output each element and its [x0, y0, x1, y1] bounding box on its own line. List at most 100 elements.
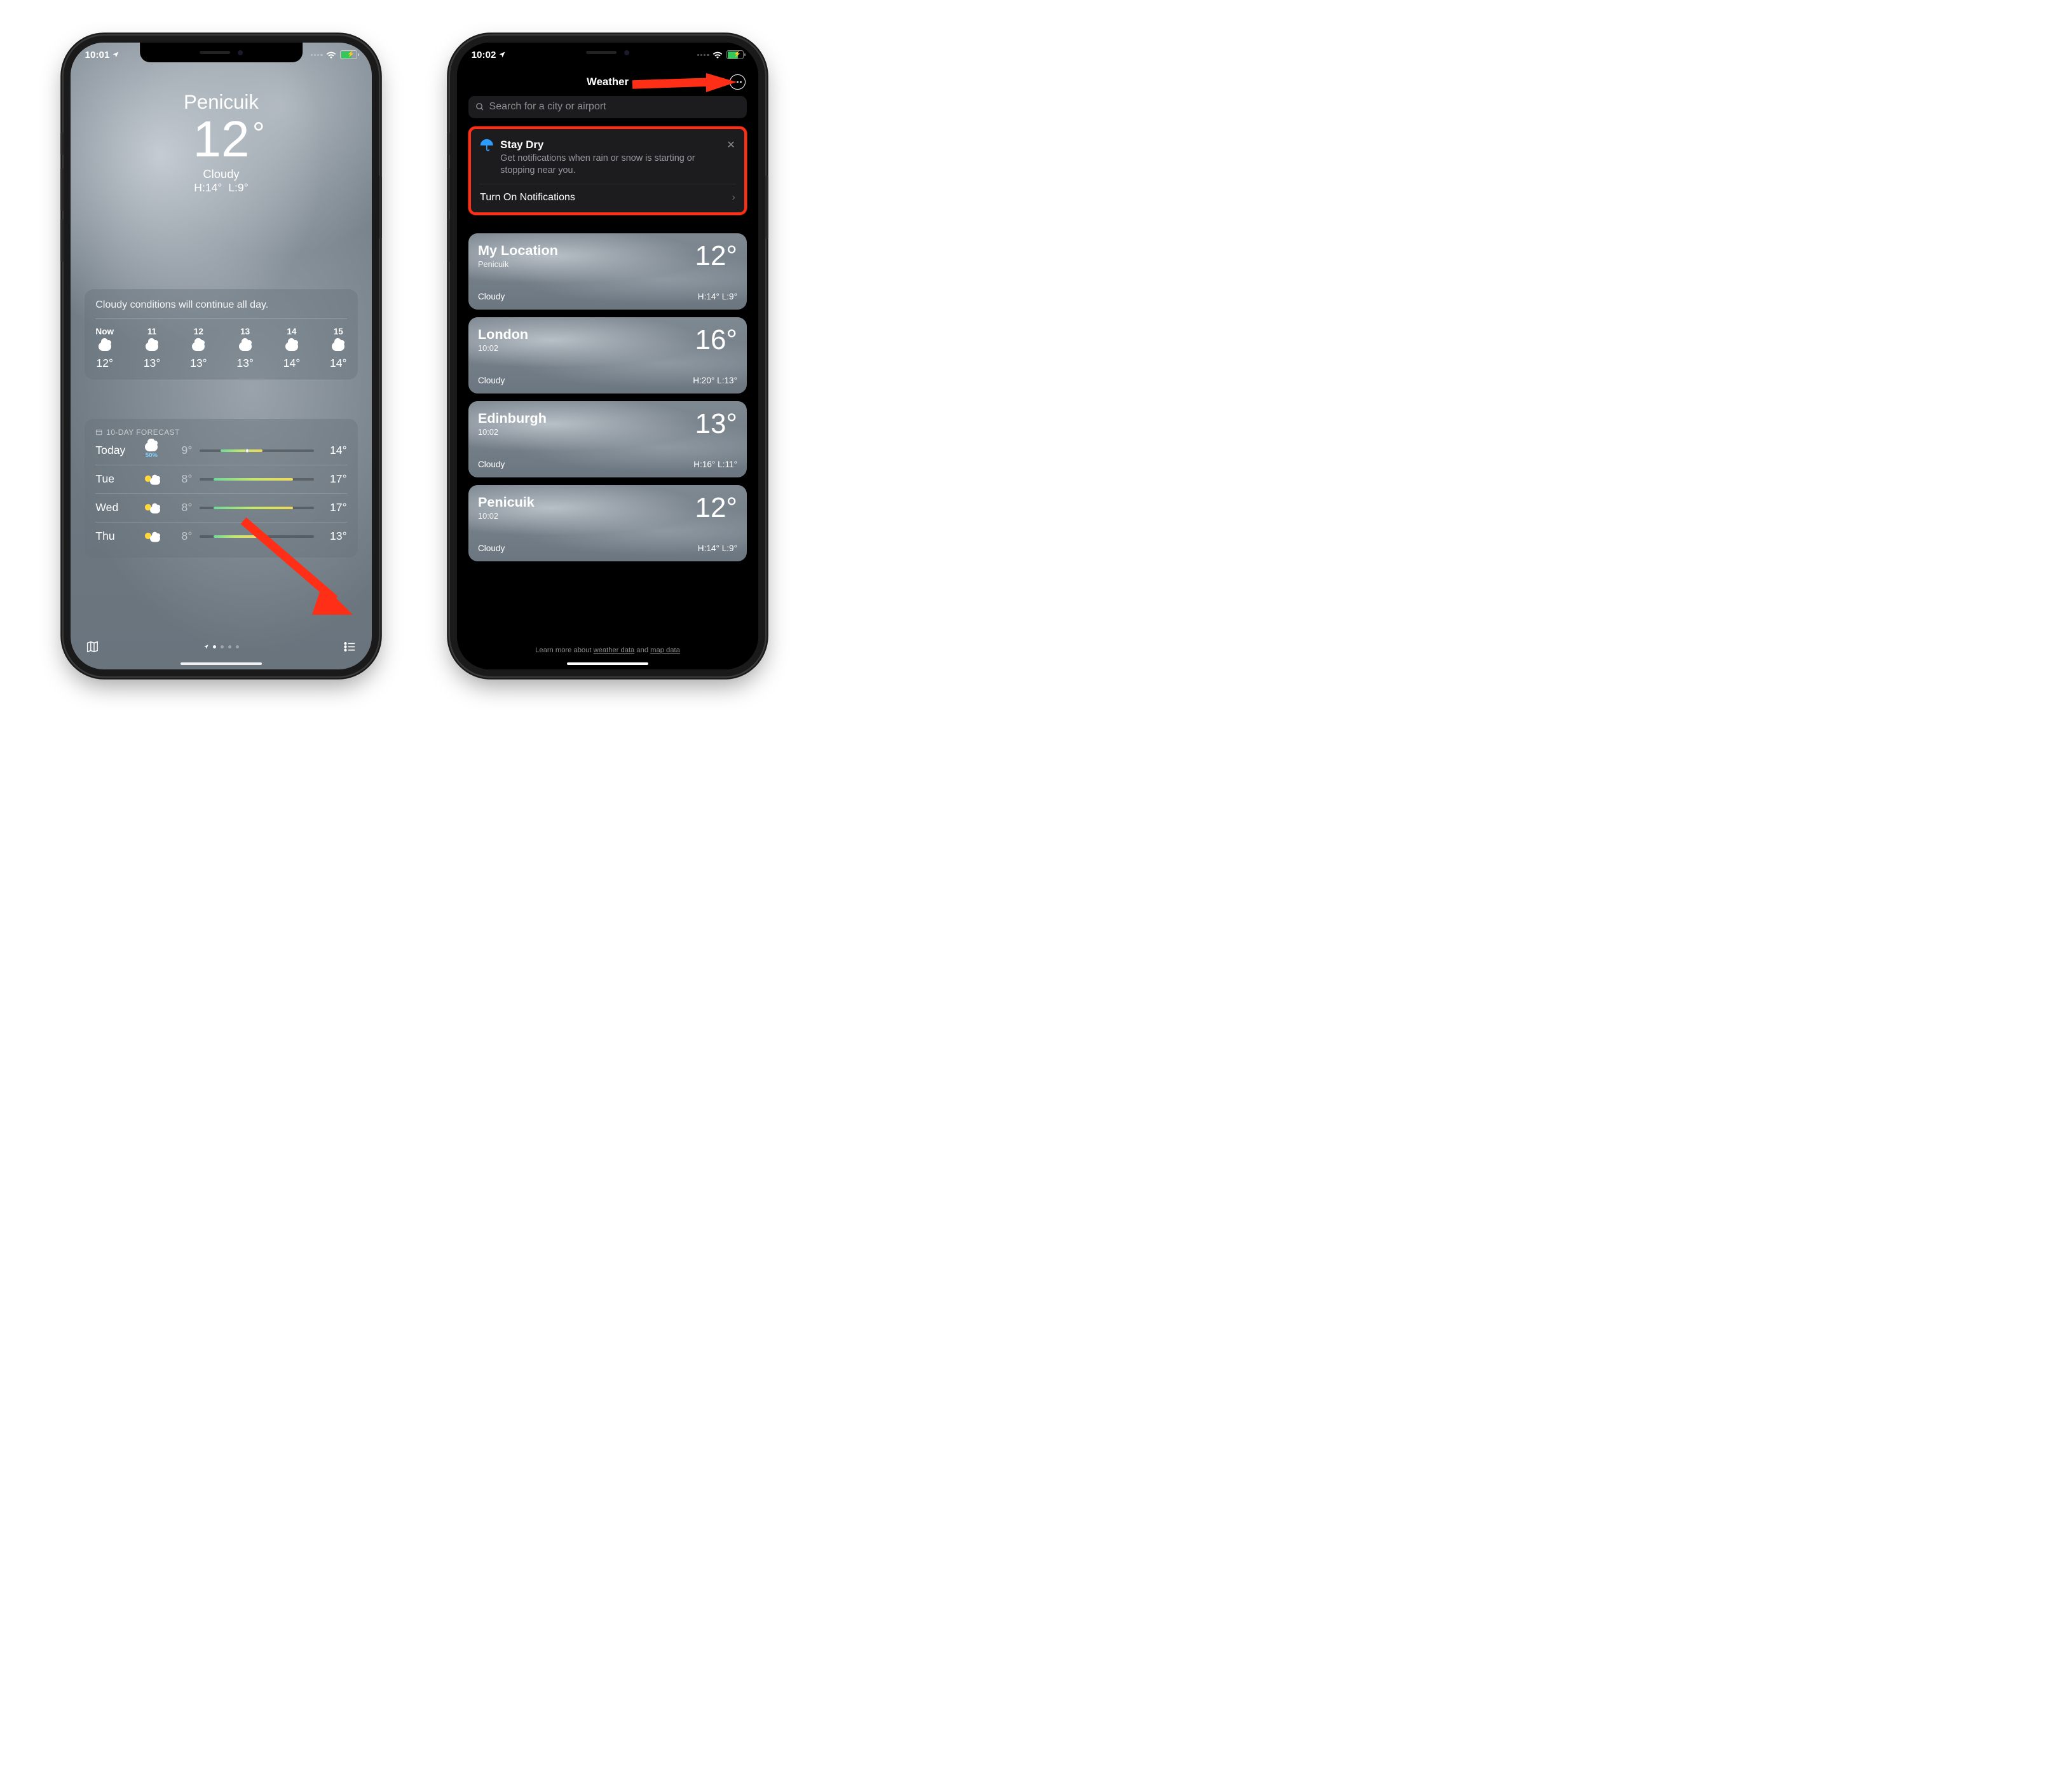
city-name: Edinburgh — [478, 410, 547, 427]
turn-on-notifications-button[interactable]: Turn On Notifications › — [480, 184, 735, 203]
city-temperature: 16° — [695, 326, 737, 354]
day-row[interactable]: Tue 8° 17° — [95, 465, 346, 493]
temperature-range-bar — [200, 449, 313, 452]
city-subtitle: 10:02 — [478, 343, 528, 353]
annotation-arrow — [630, 72, 742, 102]
hour-label: 15 — [334, 327, 343, 336]
page-indicator[interactable] — [203, 644, 240, 650]
city-card[interactable]: Penicuik 10:02 12° Cloudy H:14° L:9° — [468, 485, 747, 561]
hour-item: 11 13° — [144, 327, 161, 370]
city-name: Penicuik — [478, 494, 535, 510]
hour-item: 15 14° — [330, 327, 347, 370]
cloud-icon — [99, 342, 111, 351]
partly-cloudy-icon — [150, 506, 160, 514]
hour-temp: 13° — [190, 357, 207, 370]
day-name: Thu — [95, 530, 139, 543]
bottom-toolbar — [71, 634, 372, 660]
notification-description: Get notifications when rain or snow is s… — [500, 153, 720, 176]
wifi-icon — [712, 51, 723, 58]
umbrella-icon — [480, 139, 494, 154]
day-high: 17° — [322, 501, 347, 514]
stay-dry-card: Stay Dry Get notifications when rain or … — [468, 127, 747, 215]
notification-title: Stay Dry — [500, 139, 720, 151]
hour-label: 14 — [287, 327, 296, 336]
weather-data-link[interactable]: weather data — [594, 647, 635, 654]
hour-item: Now 12° — [95, 327, 114, 370]
home-indicator[interactable] — [181, 662, 262, 665]
city-hilo: H:20° L:13° — [693, 376, 737, 385]
close-icon[interactable]: ✕ — [726, 139, 735, 151]
current-location-header: Penicuik 12° Cloudy H:14° L:9° — [71, 91, 372, 195]
hour-temp: 13° — [236, 357, 254, 370]
cloud-icon — [332, 342, 344, 351]
hour-label: 12 — [194, 327, 203, 336]
day-name: Wed — [95, 501, 139, 514]
location-arrow-icon — [498, 51, 506, 58]
city-name: London — [478, 326, 528, 343]
list-icon[interactable] — [343, 640, 357, 654]
map-icon[interactable] — [86, 640, 99, 654]
city-list[interactable]: My Location Penicuik 12° Cloudy H:14° L:… — [468, 233, 747, 639]
search-placeholder: Search for a city or airport — [489, 101, 606, 113]
battery-icon: ⚡ — [726, 50, 744, 59]
day-low: 9° — [164, 444, 192, 457]
hour-temp: 12° — [96, 357, 113, 370]
status-time: 10:02 — [472, 50, 496, 60]
hour-label: 11 — [147, 327, 156, 336]
city-temperature: 12° — [695, 494, 737, 522]
map-data-link[interactable]: map data — [650, 647, 680, 654]
day-low: 8° — [164, 530, 192, 543]
city-condition: Cloudy — [478, 376, 505, 385]
hour-item: 13 13° — [236, 327, 254, 370]
status-bar: 10:02 ⚡ — [457, 47, 758, 62]
home-indicator[interactable] — [567, 662, 648, 665]
hour-label: 13 — [240, 327, 250, 336]
day-high: 17° — [322, 472, 347, 486]
city-name: My Location — [478, 242, 558, 259]
hour-temp: 13° — [144, 357, 161, 370]
rain-cloud-icon — [145, 442, 158, 451]
partly-cloudy-icon — [150, 535, 160, 542]
cloud-icon — [285, 342, 298, 351]
city-condition: Cloudy — [478, 460, 505, 469]
device-left: 10:01 ⚡ Penicuik 12° Cloudy H:14° L:9° — [64, 36, 379, 676]
city-card[interactable]: London 10:02 16° Cloudy H:20° L:13° — [468, 317, 747, 394]
hour-temp: 14° — [283, 357, 301, 370]
forecast-summary: Cloudy conditions will continue all day. — [95, 299, 346, 319]
partly-cloudy-icon — [150, 477, 160, 485]
city-hilo: H:14° L:9° — [698, 544, 737, 553]
status-time: 10:01 — [85, 50, 110, 60]
city-card[interactable]: Edinburgh 10:02 13° Cloudy H:16° L:11° — [468, 401, 747, 477]
chevron-right-icon: › — [732, 192, 735, 203]
day-name: Tue — [95, 472, 139, 486]
search-icon — [475, 102, 484, 111]
city-subtitle: 10:02 — [478, 427, 547, 437]
hour-label: Now — [95, 327, 114, 336]
day-name: Today — [95, 444, 139, 457]
current-temperature: 12° — [193, 114, 250, 165]
city-condition: Cloudy — [478, 292, 505, 301]
annotation-arrow — [233, 513, 360, 620]
battery-icon: ⚡ — [340, 50, 358, 59]
city-hilo: H:16° L:11° — [693, 460, 737, 469]
temperature-range-bar — [200, 507, 313, 509]
hourly-forecast-panel[interactable]: Cloudy conditions will continue all day.… — [85, 289, 358, 379]
condition-label: Cloudy — [71, 167, 372, 181]
location-arrow-icon — [203, 644, 209, 650]
temperature-range-bar — [200, 478, 313, 481]
city-temperature: 13° — [695, 410, 737, 438]
city-temperature: 12° — [695, 242, 737, 270]
city-condition: Cloudy — [478, 544, 505, 553]
status-bar: 10:01 ⚡ — [71, 47, 372, 62]
cloud-icon — [239, 342, 252, 351]
day-low: 8° — [164, 501, 192, 514]
calendar-icon — [95, 428, 102, 435]
ten-day-title: 10-DAY FORECAST — [95, 428, 346, 437]
weather-list-screen: 10:02 ⚡ Weather Search for a city or air… — [457, 43, 758, 669]
day-row[interactable]: Today 50% 9° 14° — [95, 437, 346, 465]
city-subtitle: 10:02 — [478, 511, 535, 521]
device-right: 10:02 ⚡ Weather Search for a city or air… — [450, 36, 765, 676]
city-card[interactable]: My Location Penicuik 12° Cloudy H:14° L:… — [468, 233, 747, 310]
hour-item: 14 14° — [283, 327, 301, 370]
day-low: 8° — [164, 472, 192, 486]
